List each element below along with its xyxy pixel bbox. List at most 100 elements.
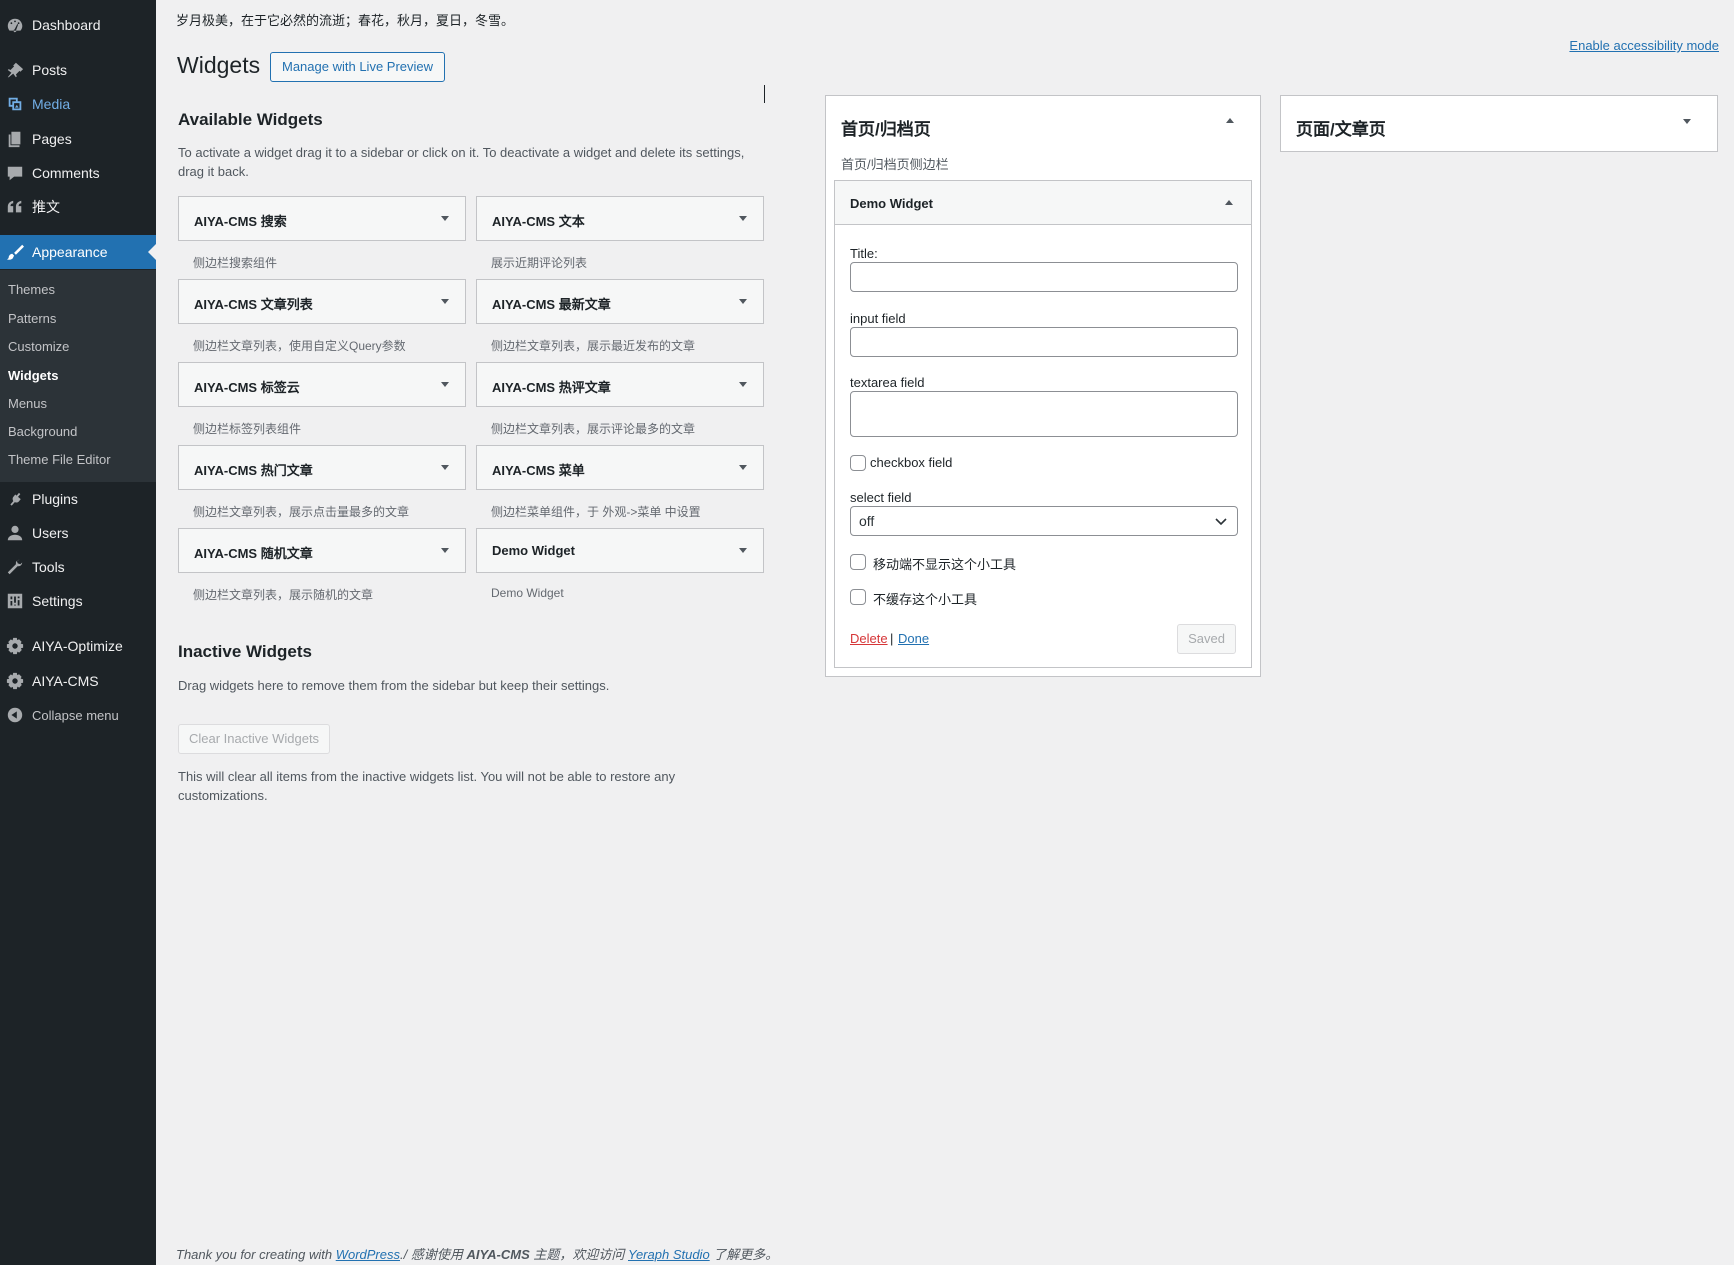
- dashboard-icon: [6, 16, 24, 34]
- comment-icon: [6, 164, 24, 182]
- sidebar-area-page[interactable]: 页面/文章页: [1280, 95, 1718, 152]
- menu-item-settings[interactable]: Settings: [0, 584, 156, 618]
- footer-theme-name: AIYA-CMS: [466, 1247, 530, 1262]
- widget-header[interactable]: Demo Widget: [835, 181, 1251, 225]
- menu-item-dashboard[interactable]: Dashboard: [0, 8, 156, 42]
- available-widget[interactable]: AIYA-CMS 文本: [476, 196, 764, 241]
- widget-title: AIYA-CMS 热评文章: [492, 380, 611, 395]
- expand-arrow-icon[interactable]: [739, 382, 747, 387]
- expand-arrow-icon[interactable]: [441, 299, 449, 304]
- gear-icon: [6, 672, 24, 690]
- widget-title: AIYA-CMS 标签云: [194, 380, 300, 395]
- text-cursor: [764, 85, 765, 103]
- textarea-field[interactable]: [850, 391, 1238, 437]
- expand-arrow-icon[interactable]: [739, 299, 747, 304]
- collapse-menu-button[interactable]: Collapse menu: [0, 698, 156, 732]
- input-field[interactable]: [850, 327, 1238, 357]
- title-field-label: Title:: [850, 246, 878, 261]
- available-widget[interactable]: AIYA-CMS 随机文章: [178, 528, 466, 573]
- menu-item-comments[interactable]: Comments: [0, 156, 156, 190]
- done-link[interactable]: Done: [898, 631, 929, 646]
- select-value: off: [859, 513, 875, 529]
- no-cache-checkbox[interactable]: [850, 589, 866, 605]
- hide-on-mobile-checkbox[interactable]: [850, 554, 866, 570]
- expand-arrow-icon[interactable]: [739, 216, 747, 221]
- expand-arrow-icon[interactable]: [739, 548, 747, 553]
- clear-inactive-widgets-button[interactable]: Clear Inactive Widgets: [178, 724, 331, 754]
- menu-item-aiya-cms[interactable]: AIYA-CMS: [0, 664, 156, 698]
- plugin-icon: [6, 490, 24, 508]
- menu-label: Collapse menu: [32, 707, 119, 723]
- available-widget[interactable]: AIYA-CMS 搜索: [178, 196, 466, 241]
- gear-icon: [6, 637, 24, 655]
- menu-item-users[interactable]: Users: [0, 516, 156, 550]
- available-widgets-title: Available Widgets: [178, 110, 323, 129]
- delete-link[interactable]: Delete: [850, 631, 888, 646]
- widget-description: 展示近期评论列表: [491, 256, 588, 270]
- menu-label: Settings: [32, 593, 83, 609]
- checkbox-field-label: checkbox field: [870, 455, 953, 470]
- menu-item-plugins[interactable]: Plugins: [0, 482, 156, 516]
- checkbox-field[interactable]: [850, 455, 866, 471]
- available-widget[interactable]: Demo Widget: [476, 528, 764, 573]
- sidebar-area-title[interactable]: 首页/归档页: [841, 115, 931, 140]
- widget-title: AIYA-CMS 热门文章: [194, 463, 313, 478]
- widget-title: AIYA-CMS 搜索: [194, 214, 287, 229]
- widget-description: 侧边栏文章列表，使用自定义Query参数: [193, 339, 406, 353]
- menu-label: Users: [32, 525, 69, 541]
- menu-item-pages[interactable]: Pages: [0, 122, 156, 156]
- widget-description: 侧边栏标签列表组件: [193, 422, 302, 436]
- expand-arrow-icon[interactable]: [441, 382, 449, 387]
- studio-link[interactable]: Yeraph Studio: [628, 1247, 710, 1262]
- available-widget[interactable]: AIYA-CMS 热评文章: [476, 362, 764, 407]
- wordpress-link[interactable]: WordPress: [336, 1247, 400, 1262]
- submenu-item-themes[interactable]: Themes: [8, 282, 55, 297]
- menu-label: Plugins: [32, 491, 78, 507]
- select-field[interactable]: off: [850, 506, 1238, 536]
- sidebar-area-home: 首页/归档页 首页/归档页侧边栏 Demo Widget Title: inpu…: [825, 95, 1261, 677]
- title-input[interactable]: [850, 262, 1238, 292]
- expand-arrow-icon[interactable]: [739, 465, 747, 470]
- brush-icon: [6, 243, 24, 261]
- submenu-item-background[interactable]: Background: [8, 424, 77, 439]
- submenu-item-theme-file-editor[interactable]: Theme File Editor: [8, 452, 111, 467]
- menu-item-media[interactable]: Media: [0, 87, 156, 121]
- menu-item-posts[interactable]: Posts: [0, 53, 156, 87]
- expand-arrow-icon[interactable]: [441, 548, 449, 553]
- collapse-arrow-icon[interactable]: [1226, 118, 1234, 123]
- submenu-item-widgets[interactable]: Widgets: [8, 368, 58, 383]
- menu-label: AIYA-CMS: [32, 673, 99, 689]
- live-preview-button[interactable]: Manage with Live Preview: [270, 52, 446, 82]
- widget-description: 侧边栏文章列表，展示评论最多的文章: [491, 422, 696, 436]
- no-cache-label: 不缓存这个小工具: [873, 592, 978, 607]
- pages-icon: [6, 130, 24, 148]
- submenu-item-customize[interactable]: Customize: [8, 339, 69, 354]
- available-widget[interactable]: AIYA-CMS 标签云: [178, 362, 466, 407]
- accessibility-mode-link[interactable]: Enable accessibility mode: [1569, 38, 1719, 53]
- saved-button[interactable]: Saved: [1177, 624, 1236, 654]
- widget-description: 侧边栏文章列表，展示最近发布的文章: [491, 339, 696, 353]
- site-tagline: 岁月极美，在于它必然的流逝；春花，秋月，夏日，冬雪。: [176, 13, 515, 28]
- expand-arrow-icon[interactable]: [441, 465, 449, 470]
- widget-description: Demo Widget: [491, 586, 564, 600]
- menu-item-aiya-optimize[interactable]: AIYA-Optimize: [0, 629, 156, 663]
- chevron-down-icon: [1215, 518, 1227, 526]
- available-widget[interactable]: AIYA-CMS 菜单: [476, 445, 764, 490]
- menu-item-tools[interactable]: Tools: [0, 550, 156, 584]
- available-widget[interactable]: AIYA-CMS 热门文章: [178, 445, 466, 490]
- expand-arrow-icon[interactable]: [441, 216, 449, 221]
- widget-title: AIYA-CMS 文章列表: [194, 297, 313, 312]
- input-field-label: input field: [850, 311, 906, 326]
- submenu-item-patterns[interactable]: Patterns: [8, 311, 56, 326]
- widget-description: 侧边栏菜单组件，于 外观->菜单 中设置: [491, 505, 701, 519]
- expand-arrow-icon[interactable]: [1683, 119, 1691, 124]
- pin-icon: [6, 61, 24, 79]
- submenu-item-menus[interactable]: Menus: [8, 396, 47, 411]
- available-widget[interactable]: AIYA-CMS 文章列表: [178, 279, 466, 324]
- menu-item-tweets[interactable]: 推文: [0, 190, 156, 224]
- available-widget[interactable]: AIYA-CMS 最新文章: [476, 279, 764, 324]
- collapse-arrow-icon[interactable]: [1225, 200, 1233, 205]
- sidebar-area-title: 页面/文章页: [1296, 120, 1386, 139]
- menu-item-appearance[interactable]: Appearance: [0, 235, 156, 269]
- sidebar-area-description: 首页/归档页侧边栏: [841, 157, 949, 172]
